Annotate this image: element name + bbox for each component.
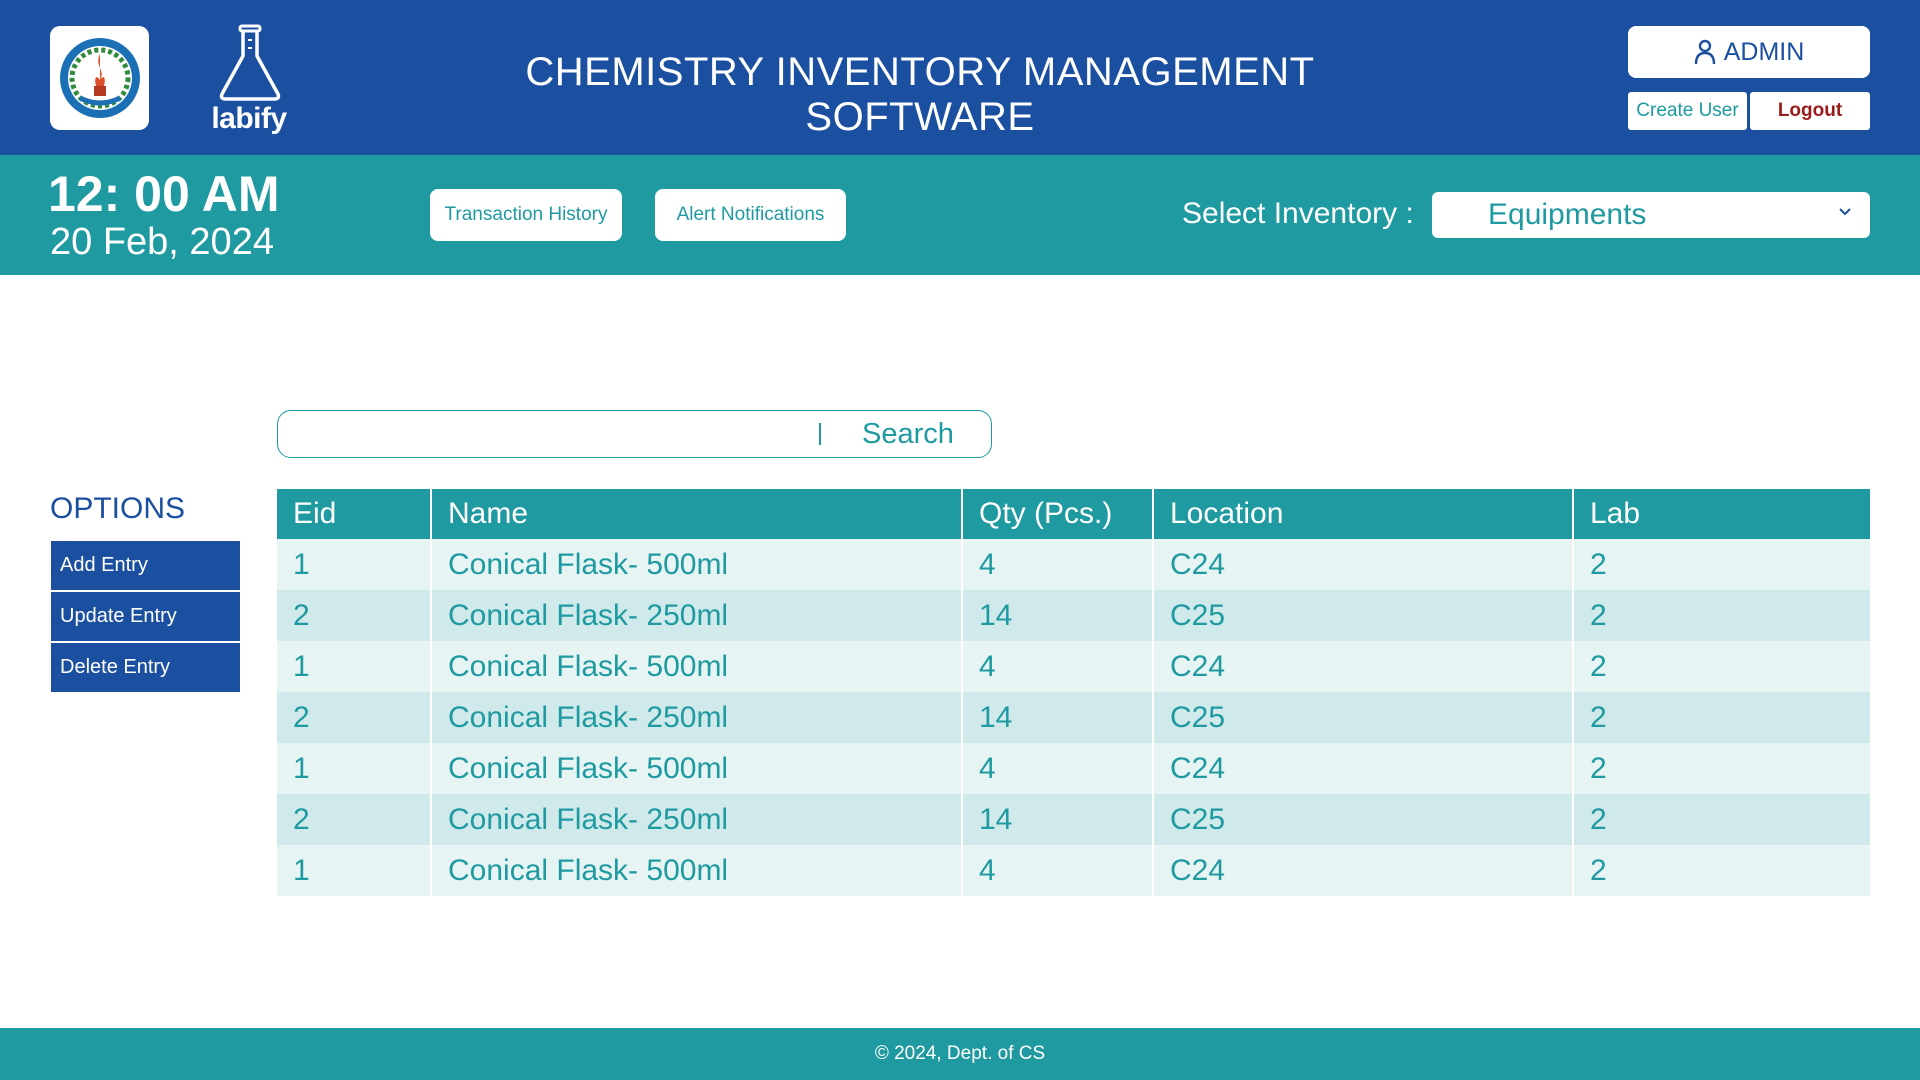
cell-qty: 4: [962, 845, 1154, 896]
options-title: OPTIONS: [50, 492, 186, 525]
inventory-select-value: Equipments: [1488, 198, 1647, 231]
cell-name: Conical Flask- 500ml: [431, 743, 963, 794]
table-row[interactable]: 1 Conical Flask- 500ml 4 C24 2: [277, 641, 1870, 692]
search-input[interactable]: [286, 417, 806, 451]
delete-entry-button[interactable]: Delete Entry: [51, 643, 240, 692]
flask-icon: [219, 24, 281, 101]
college-emblem-icon: [50, 26, 149, 130]
cell-eid: 1: [277, 641, 432, 692]
inventory-table: Eid Name Qty (Pcs.) Location Lab 1 Conic…: [277, 489, 1870, 896]
admin-button[interactable]: ADMIN: [1628, 26, 1870, 78]
add-entry-button[interactable]: Add Entry: [51, 541, 240, 590]
cell-eid: 1: [277, 539, 432, 590]
cell-lab: 2: [1573, 794, 1870, 845]
table-row[interactable]: 2 Conical Flask- 250ml 14 C25 2: [277, 692, 1870, 743]
search-bar: Search: [277, 410, 992, 458]
cell-qty: 4: [962, 641, 1154, 692]
cell-location: C24: [1153, 539, 1574, 590]
cell-location: C25: [1153, 794, 1574, 845]
table-row[interactable]: 1 Conical Flask- 500ml 4 C24 2: [277, 539, 1870, 590]
cell-eid: 2: [277, 692, 432, 743]
cell-name: Conical Flask- 250ml: [431, 794, 963, 845]
user-icon: [1694, 39, 1715, 65]
cell-qty: 14: [962, 794, 1154, 845]
cell-location: C24: [1153, 641, 1574, 692]
search-button[interactable]: Search: [838, 418, 978, 450]
brand-name: labify: [211, 102, 287, 135]
table-row[interactable]: 2 Conical Flask- 250ml 14 C25 2: [277, 590, 1870, 641]
header-location[interactable]: Location: [1153, 489, 1574, 539]
clock-time: 12: 00 AM: [48, 166, 280, 222]
cell-lab: 2: [1573, 743, 1870, 794]
cell-eid: 2: [277, 590, 432, 641]
cell-location: C25: [1153, 692, 1574, 743]
update-entry-button[interactable]: Update Entry: [51, 592, 240, 641]
cell-eid: 2: [277, 794, 432, 845]
alert-notifications-button[interactable]: Alert Notifications: [655, 189, 846, 241]
inventory-select[interactable]: Equipments: [1432, 192, 1870, 238]
chevron-down-icon: [1839, 208, 1851, 216]
cell-eid: 1: [277, 845, 432, 896]
table-header-row: Eid Name Qty (Pcs.) Location Lab: [277, 489, 1870, 539]
table-row[interactable]: 1 Conical Flask- 500ml 4 C24 2: [277, 845, 1870, 896]
create-user-button[interactable]: Create User: [1628, 92, 1747, 130]
cell-lab: 2: [1573, 692, 1870, 743]
labify-logo: labify: [208, 24, 290, 136]
cell-name: Conical Flask- 500ml: [431, 845, 963, 896]
cell-name: Conical Flask- 250ml: [431, 692, 963, 743]
cell-qty: 4: [962, 539, 1154, 590]
clock-date: 20 Feb, 2024: [50, 221, 274, 263]
admin-label: ADMIN: [1723, 37, 1805, 66]
cell-qty: 14: [962, 590, 1154, 641]
cell-name: Conical Flask- 250ml: [431, 590, 963, 641]
cell-qty: 14: [962, 692, 1154, 743]
page-title: CHEMISTRY INVENTORY MANAGEMENT SOFTWARE: [525, 50, 1315, 139]
header-lab[interactable]: Lab: [1573, 489, 1870, 539]
cell-location: C24: [1153, 845, 1574, 896]
cell-location: C24: [1153, 743, 1574, 794]
sub-header: 12: 00 AM 20 Feb, 2024 Transaction Histo…: [0, 155, 1920, 275]
cell-name: Conical Flask- 500ml: [431, 539, 963, 590]
table-row[interactable]: 2 Conical Flask- 250ml 14 C25 2: [277, 794, 1870, 845]
header-eid[interactable]: Eid: [277, 489, 432, 539]
top-header: labify CHEMISTRY INVENTORY MANAGEMENT SO…: [0, 0, 1920, 155]
search-divider: [819, 423, 821, 445]
cell-location: C25: [1153, 590, 1574, 641]
cell-lab: 2: [1573, 641, 1870, 692]
cell-qty: 4: [962, 743, 1154, 794]
cell-lab: 2: [1573, 845, 1870, 896]
transaction-history-button[interactable]: Transaction History: [430, 189, 622, 241]
table-row[interactable]: 1 Conical Flask- 500ml 4 C24 2: [277, 743, 1870, 794]
logout-button[interactable]: Logout: [1750, 92, 1870, 130]
cell-eid: 1: [277, 743, 432, 794]
header-qty[interactable]: Qty (Pcs.): [962, 489, 1154, 539]
cell-name: Conical Flask- 500ml: [431, 641, 963, 692]
footer: © 2024, Dept. of CS: [0, 1028, 1920, 1080]
select-inventory-label: Select Inventory :: [1182, 197, 1414, 230]
header-name[interactable]: Name: [431, 489, 963, 539]
cell-lab: 2: [1573, 590, 1870, 641]
cell-lab: 2: [1573, 539, 1870, 590]
